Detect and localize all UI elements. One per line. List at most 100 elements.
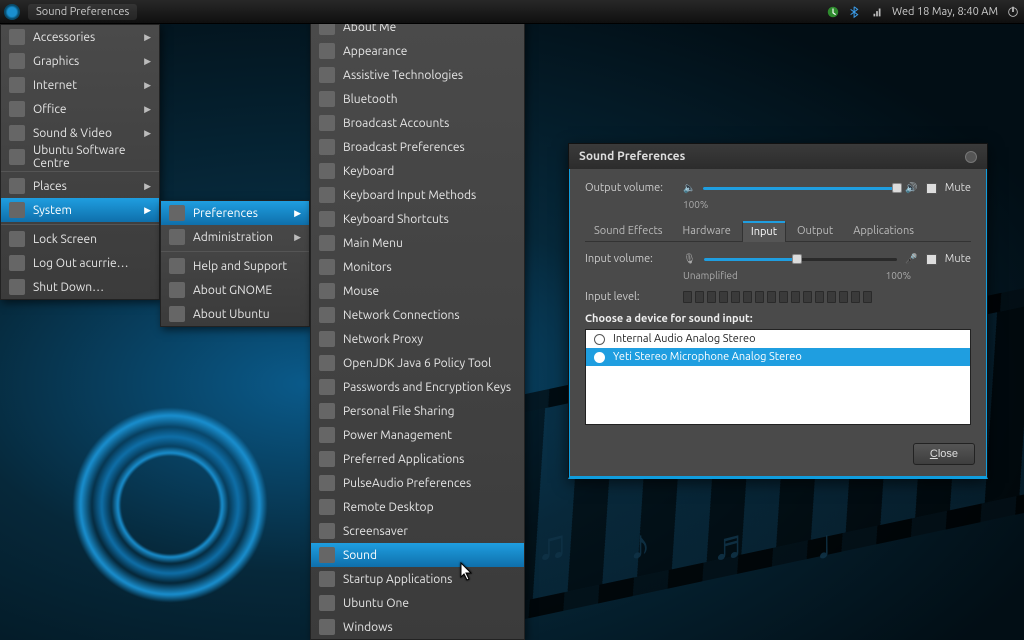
system-menu-item-about-ubuntu[interactable]: About Ubuntu (161, 302, 309, 326)
menu-item-label: PulseAudio Preferences (343, 477, 471, 490)
preferences-menu-item-personal-file-sharing[interactable]: Personal File Sharing (311, 399, 524, 423)
main-menu-item-log-out-acurrie[interactable]: Log Out acurrie… (1, 251, 159, 275)
preferences-submenu: About MeAppearanceAssistive Technologies… (310, 14, 525, 640)
preferences-menu-item-bluetooth[interactable]: Bluetooth (311, 87, 524, 111)
main-menu-item-shut-down[interactable]: Shut Down… (1, 275, 159, 299)
menu-item-label: Bluetooth (343, 93, 398, 106)
update-icon[interactable] (826, 5, 840, 19)
main-menu-item-system[interactable]: System▶ (1, 198, 159, 222)
close-icon[interactable] (965, 151, 977, 163)
input-device-list: Internal Audio Analog Stereo Yeti Stereo … (585, 329, 971, 425)
menu-item-label: Appearance (343, 45, 407, 58)
preferences-menu-item-power-management[interactable]: Power Management (311, 423, 524, 447)
chevron-right-icon: ▶ (144, 128, 151, 139)
output-volume-slider[interactable] (703, 181, 897, 195)
main-menu-item-graphics[interactable]: Graphics▶ (1, 49, 159, 73)
app-icon (319, 211, 335, 227)
menu-item-label: Preferences (193, 207, 258, 220)
device-name: Internal Audio Analog Stereo (613, 333, 756, 345)
preferences-menu-item-keyboard[interactable]: Keyboard (311, 159, 524, 183)
menu-item-label: Network Proxy (343, 333, 423, 346)
preferences-menu-item-keyboard-input-methods[interactable]: Keyboard Input Methods (311, 183, 524, 207)
menu-item-label: Startup Applications (343, 573, 452, 586)
preferences-menu-item-ubuntu-one[interactable]: Ubuntu One (311, 591, 524, 615)
tab-input[interactable]: Input (742, 221, 786, 242)
menu-item-label: Keyboard Shortcuts (343, 213, 449, 226)
app-icon (9, 202, 25, 218)
preferences-menu-item-startup-applications[interactable]: Startup Applications (311, 567, 524, 591)
preferences-menu-item-preferred-applications[interactable]: Preferred Applications (311, 447, 524, 471)
app-icon (319, 451, 335, 467)
menu-item-label: Shut Down… (33, 281, 104, 294)
menu-item-label: Main Menu (343, 237, 403, 250)
system-menu-item-about-gnome[interactable]: About GNOME (161, 278, 309, 302)
preferences-menu-item-appearance[interactable]: Appearance (311, 39, 524, 63)
menu-item-label: Preferred Applications (343, 453, 464, 466)
main-menu-item-sound-video[interactable]: Sound & Video ▶ (1, 121, 159, 145)
menu-item-label: Mouse (343, 285, 379, 298)
preferences-menu-item-monitors[interactable]: Monitors (311, 255, 524, 279)
main-menu-item-accessories[interactable]: Accessories▶ (1, 25, 159, 49)
app-icon (169, 306, 185, 322)
app-icon (319, 139, 335, 155)
preferences-menu-item-assistive-technologies[interactable]: Assistive Technologies (311, 63, 524, 87)
app-icon (319, 499, 335, 515)
tab-applications[interactable]: Applications (844, 220, 923, 241)
clock[interactable]: Wed 18 May, 8:40 AM (892, 6, 998, 18)
system-menu-item-help-and-support[interactable]: Help and Support (161, 254, 309, 278)
network-icon[interactable] (870, 5, 884, 19)
main-menu-item-office[interactable]: Office▶ (1, 97, 159, 121)
main-menu-item-ubuntu-software-centre[interactable]: Ubuntu Software Centre (1, 145, 159, 169)
cursor-icon (460, 562, 474, 585)
dialog-titlebar[interactable]: Sound Preferences (569, 144, 987, 169)
preferences-menu-item-network-proxy[interactable]: Network Proxy (311, 327, 524, 351)
system-menu-item-administration[interactable]: Administration▶ (161, 225, 309, 249)
output-mute-checkbox[interactable] (926, 183, 937, 194)
speaker-low-icon: 🔈 (683, 182, 695, 194)
preferences-menu-item-windows[interactable]: Windows (311, 615, 524, 639)
preferences-menu-item-broadcast-accounts[interactable]: Broadcast Accounts (311, 111, 524, 135)
system-menu-item-preferences[interactable]: Preferences▶ (161, 201, 309, 225)
preferences-menu-item-passwords-and-encryption-keys[interactable]: Passwords and Encryption Keys (311, 375, 524, 399)
preferences-menu-item-remote-desktop[interactable]: Remote Desktop (311, 495, 524, 519)
preferences-menu-item-pulseaudio-preferences[interactable]: PulseAudio Preferences (311, 471, 524, 495)
device-name: Yeti Stereo Microphone Analog Stereo (613, 351, 802, 363)
preferences-menu-item-openjdk-java-6-policy-tool[interactable]: OpenJDK Java 6 Policy Tool (311, 351, 524, 375)
app-icon (319, 571, 335, 587)
tab-hardware[interactable]: Hardware (674, 220, 740, 241)
input-mute-checkbox[interactable] (926, 254, 937, 265)
main-menu-item-lock-screen[interactable]: Lock Screen (1, 227, 159, 251)
tab-sound-effects[interactable]: Sound Effects (585, 220, 672, 241)
input-device-row[interactable]: Internal Audio Analog Stereo (586, 330, 970, 348)
menu-item-label: Remote Desktop (343, 501, 434, 514)
input-volume-slider[interactable] (704, 252, 898, 266)
preferences-menu-item-keyboard-shortcuts[interactable]: Keyboard Shortcuts (311, 207, 524, 231)
preferences-menu-item-mouse[interactable]: Mouse (311, 279, 524, 303)
chevron-right-icon: ▶ (144, 80, 151, 91)
chevron-right-icon: ▶ (144, 32, 151, 43)
menu-item-label: Sound & Video (33, 127, 112, 140)
menu-item-label: Keyboard (343, 165, 394, 178)
tab-output[interactable]: Output (788, 220, 842, 241)
active-app-title[interactable]: Sound Preferences (28, 4, 137, 20)
preferences-menu-item-main-menu[interactable]: Main Menu (311, 231, 524, 255)
app-icon (9, 53, 25, 69)
preferences-menu-item-sound[interactable]: Sound (311, 543, 524, 567)
app-icon (319, 379, 335, 395)
bluetooth-icon[interactable] (848, 5, 862, 19)
preferences-menu-item-screensaver[interactable]: Screensaver (311, 519, 524, 543)
menu-item-label: Windows (343, 621, 393, 634)
app-icon (319, 283, 335, 299)
speaker-high-icon: 🔊 (905, 182, 917, 194)
session-icon[interactable] (1006, 5, 1020, 19)
input-device-row[interactable]: Yeti Stereo Microphone Analog Stereo (586, 348, 970, 366)
distro-logo-icon[interactable] (4, 4, 20, 20)
close-button[interactable]: Close (913, 443, 975, 465)
app-icon (169, 258, 185, 274)
mic-high-icon: 🎤 (905, 253, 917, 265)
main-menu-item-places[interactable]: Places▶ (1, 174, 159, 198)
main-menu-item-internet[interactable]: Internet▶ (1, 73, 159, 97)
input-level-meter (683, 291, 872, 303)
preferences-menu-item-broadcast-preferences[interactable]: Broadcast Preferences (311, 135, 524, 159)
preferences-menu-item-network-connections[interactable]: Network Connections (311, 303, 524, 327)
